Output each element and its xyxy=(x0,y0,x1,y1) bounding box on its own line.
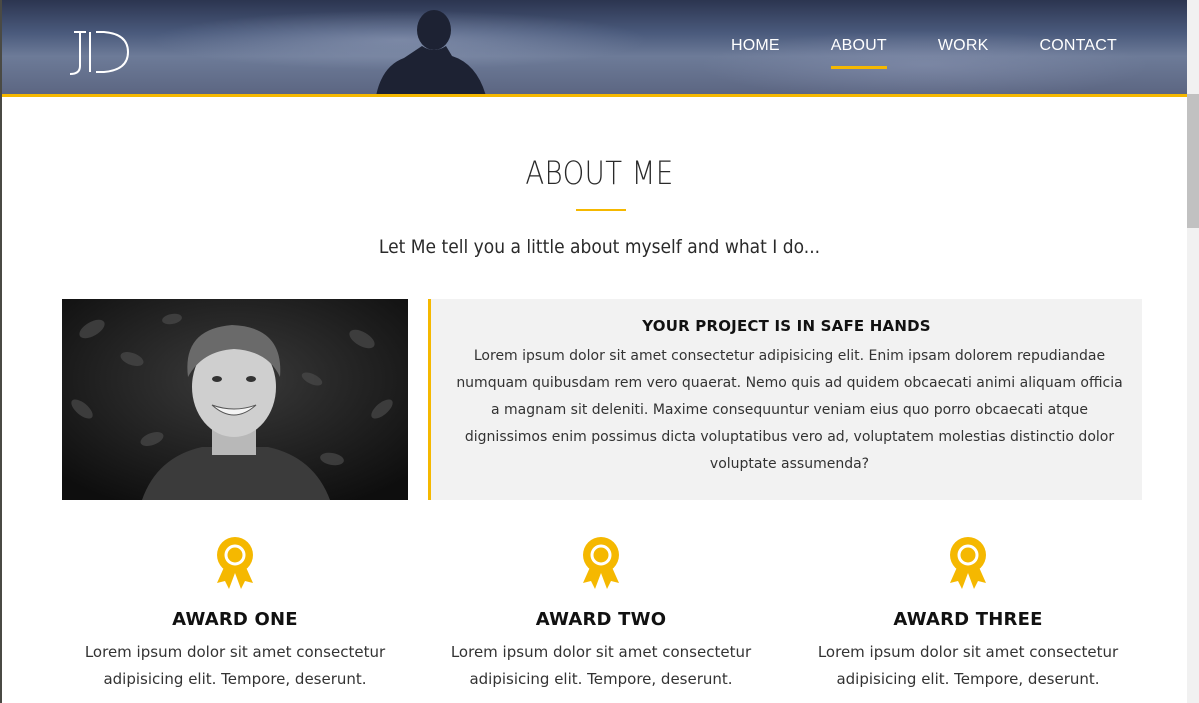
award-medal-icon xyxy=(217,537,253,589)
award-title: AWARD THREE xyxy=(893,609,1043,630)
award-two: AWARD TWO Lorem ipsum dolor sit amet con… xyxy=(428,535,774,688)
award-three: AWARD THREE Lorem ipsum dolor sit amet c… xyxy=(795,535,1141,688)
site-header: JD HOME ABOUT WORK CONTACT xyxy=(0,0,1187,97)
award-text: Lorem ipsum dolor sit amet consectetur a… xyxy=(450,643,752,688)
window-frame-edge xyxy=(0,0,2,703)
award-title: AWARD ONE xyxy=(172,609,298,630)
nav-home[interactable]: HOME xyxy=(731,37,780,69)
about-subtitle: Let Me tell you a little about myself an… xyxy=(378,236,821,258)
card-body: Lorem ipsum dolor sit amet consectetur a… xyxy=(456,348,1123,472)
award-text: Lorem ipsum dolor sit amet consectetur a… xyxy=(84,643,386,688)
nav-about[interactable]: ABOUT xyxy=(830,37,888,69)
nav-contact[interactable]: CONTACT xyxy=(1039,37,1117,69)
project-info-card: YOUR PROJECT IS IN SAFE HANDS Lorem ipsu… xyxy=(428,299,1142,500)
main-nav: HOME ABOUT WORK CONTACT xyxy=(680,37,1117,69)
award-text: Lorem ipsum dolor sit amet consectetur a… xyxy=(817,643,1119,688)
nav-work[interactable]: WORK xyxy=(938,37,989,69)
award-one: AWARD ONE Lorem ipsum dolor sit amet con… xyxy=(62,535,408,688)
title-underline xyxy=(576,209,626,211)
award-title: AWARD TWO xyxy=(535,609,667,630)
award-medal-icon xyxy=(950,537,986,589)
profile-photo xyxy=(62,299,408,500)
header-person-silhouette xyxy=(376,10,486,94)
about-title: ABOUT ME xyxy=(525,154,674,192)
logo-jd[interactable]: JD xyxy=(64,28,134,78)
card-heading: YOUR PROJECT IS IN SAFE HANDS xyxy=(642,317,931,335)
award-medal-icon xyxy=(583,537,619,589)
scrollbar-thumb[interactable] xyxy=(1187,94,1199,228)
logo-text: JD xyxy=(64,28,65,29)
